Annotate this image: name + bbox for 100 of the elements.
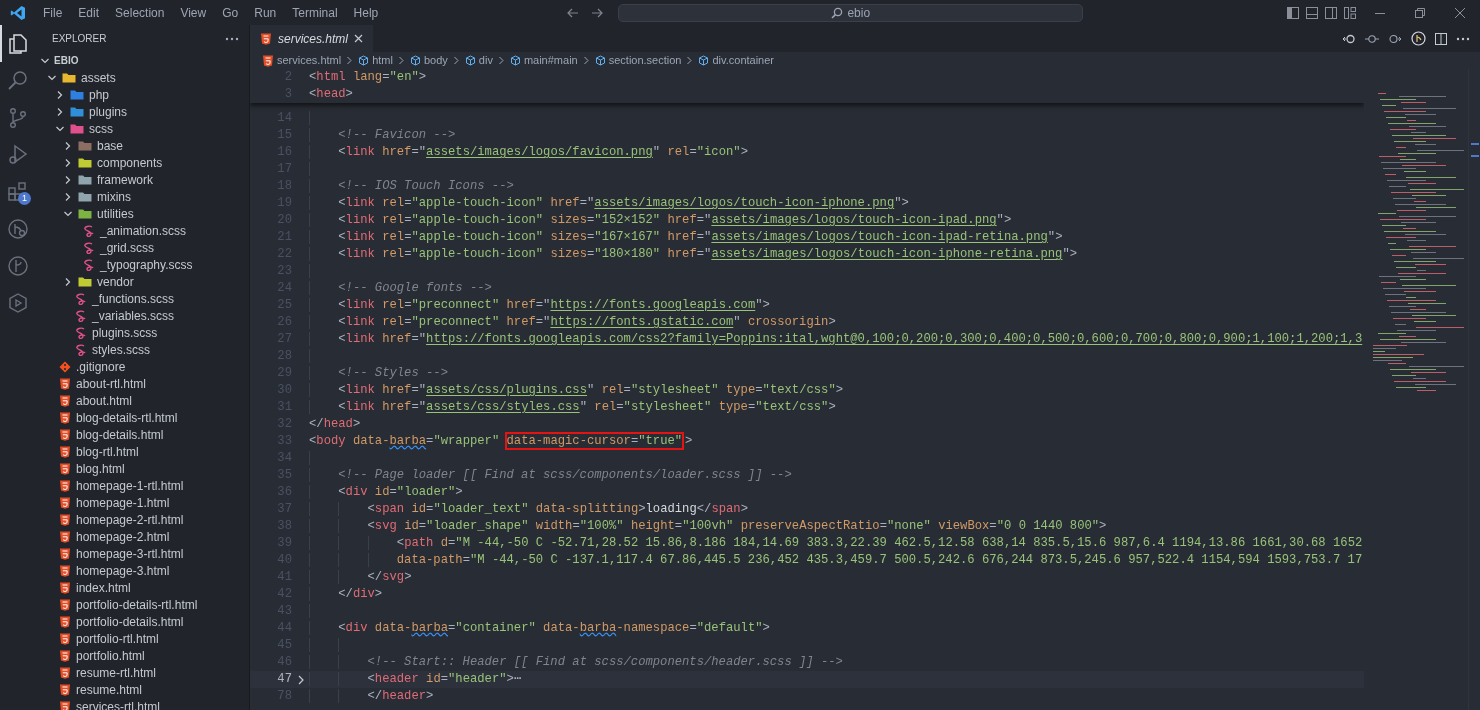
file-tree-item[interactable]: php xyxy=(36,86,249,103)
breadcrumb-item[interactable]: services.html xyxy=(262,52,342,69)
breadcrumb-item[interactable]: div.container xyxy=(698,52,775,69)
search-field[interactable]: ebio xyxy=(618,3,1084,22)
file-tree-item[interactable]: utilities xyxy=(36,205,249,222)
file-tree-item[interactable]: about-rtl.html xyxy=(36,375,249,392)
file-tree-item[interactable]: components xyxy=(36,154,249,171)
code-line: <!-- Google fonts --> xyxy=(309,280,492,297)
breadcrumb-item[interactable]: div xyxy=(464,52,493,69)
folder-icon xyxy=(62,72,76,83)
file-tree-item[interactable]: homepage-2.html xyxy=(36,528,249,545)
file-tree-item[interactable]: index.html xyxy=(36,579,249,596)
file-tree-item[interactable]: base xyxy=(36,137,249,154)
html-file-icon xyxy=(262,54,274,67)
folder-icon xyxy=(78,174,92,185)
file-tree-item[interactable]: framework xyxy=(36,171,249,188)
file-tree-item[interactable]: _grid.scss xyxy=(36,239,249,256)
chevron-right-icon[interactable] xyxy=(296,674,305,685)
more-icon[interactable] xyxy=(1456,36,1470,41)
file-tree-item[interactable]: portfolio-rtl.html xyxy=(36,630,249,647)
circle-branch-icon xyxy=(6,216,30,241)
file-tree-item[interactable]: blog-details-rtl.html xyxy=(36,409,249,426)
chevron-right-icon xyxy=(452,56,460,65)
file-tree-item[interactable]: _variables.scss xyxy=(36,307,249,324)
breadcrumb-item[interactable]: body xyxy=(409,52,448,69)
file-tree-item[interactable]: _animation.scss xyxy=(36,222,249,239)
code-line: <header id="header">⋯ xyxy=(309,671,522,688)
menu-item[interactable]: Help xyxy=(345,0,387,25)
play-bug-icon xyxy=(6,142,30,167)
file-tree-item[interactable]: homepage-3.html xyxy=(36,562,249,579)
restore-icon[interactable] xyxy=(1414,6,1426,19)
file-tree-item[interactable]: blog-rtl.html xyxy=(36,443,249,460)
file-tree-item[interactable]: homepage-2-rtl.html xyxy=(36,511,249,528)
file-tree-item[interactable]: assets xyxy=(36,69,249,86)
hexagon-play-icon xyxy=(6,290,30,315)
workspace-folder-header[interactable]: EBIO xyxy=(36,52,249,69)
code-line: <html lang="en"> xyxy=(309,69,427,86)
more-icon[interactable] xyxy=(225,36,239,41)
html-file-icon xyxy=(59,581,71,594)
close-icon[interactable] xyxy=(1454,6,1466,19)
file-tree-item[interactable]: _functions.scss xyxy=(36,290,249,307)
file-tree-item[interactable]: homepage-3-rtl.html xyxy=(36,545,249,562)
menu-item[interactable]: Edit xyxy=(70,0,108,25)
menu-item[interactable]: Selection xyxy=(107,0,173,25)
file-tree-item[interactable]: resume.html xyxy=(36,681,249,698)
panel-icon[interactable] xyxy=(1306,6,1318,19)
cube-icon xyxy=(594,55,606,66)
folder-icon xyxy=(70,123,84,134)
menu-item[interactable]: Go xyxy=(214,0,247,25)
code-line: data-path="M -44,-50 C -137.1,117.4 67.86,445.5 236,452 435.3,459.7 500.5,242.6 676,244 873.5,245.6 957,522.4 1154,594 1593,753.7 17 xyxy=(309,552,1363,569)
file-tree-item[interactable]: vendor xyxy=(36,273,249,290)
file-tree-item[interactable]: resume-rtl.html xyxy=(36,664,249,681)
html-file-icon xyxy=(59,598,71,611)
menu-item[interactable]: Run xyxy=(246,0,285,25)
next-change-icon[interactable] xyxy=(1388,32,1402,45)
code-line: <div data-barba="container" data-barba-namespace="default"> xyxy=(309,620,770,637)
file-tree-item[interactable]: about.html xyxy=(36,392,249,409)
file-tree-item[interactable]: services-rtl.html xyxy=(36,698,249,710)
layout-icon[interactable] xyxy=(1344,6,1356,19)
file-tree-item[interactable]: plugins xyxy=(36,103,249,120)
app-logo-icon xyxy=(10,4,26,21)
file-tree-item[interactable]: homepage-1.html xyxy=(36,494,249,511)
folder-icon xyxy=(78,157,92,168)
file-tree-item[interactable]: blog-details.html xyxy=(36,426,249,443)
editor-tab[interactable]: services.html xyxy=(250,25,373,52)
code-line: <link href="assets/css/plugins.css" rel="stylesheet" type="text/css"> xyxy=(309,382,844,399)
file-tree-item[interactable]: blog.html xyxy=(36,460,249,477)
file-tree-item[interactable]: .gitignore xyxy=(36,358,249,375)
file-tree-item[interactable]: portfolio-details-rtl.html xyxy=(36,596,249,613)
branch-circle-icon[interactable] xyxy=(1411,31,1426,46)
code-line: <svg id="loader_shape" width="100%" height="100vh" preserveAspectRatio="none" viewBox="0 0 1440 800"> xyxy=(309,518,1107,535)
secondary-sidebar-icon[interactable] xyxy=(1325,6,1337,19)
html-file-icon xyxy=(59,462,71,475)
menu-item[interactable]: Terminal xyxy=(284,0,346,25)
file-tree-item[interactable]: mixins xyxy=(36,188,249,205)
breadcrumb-item[interactable]: html xyxy=(358,52,393,69)
breadcrumb-item[interactable]: section.section xyxy=(594,52,682,69)
menu-item[interactable]: View xyxy=(172,0,215,25)
primary-sidebar-icon[interactable] xyxy=(1287,6,1299,19)
menu-item[interactable]: File xyxy=(35,0,71,25)
sass-file-icon xyxy=(75,343,87,356)
activity-bar-button[interactable]: 1 xyxy=(0,173,36,210)
search-icon xyxy=(831,6,844,19)
close-icon[interactable] xyxy=(354,34,363,43)
file-tree-item[interactable]: portfolio-details.html xyxy=(36,613,249,630)
sass-file-icon xyxy=(75,309,87,322)
file-tree-item[interactable]: styles.scss xyxy=(36,341,249,358)
file-tree-item[interactable]: portfolio.html xyxy=(36,647,249,664)
code-line: <link rel="apple-touch-icon" sizes="180×180" href="assets/images/logos/touch-icon-iphone-retina.png"> xyxy=(309,246,1078,263)
file-tree-item[interactable]: homepage-1-rtl.html xyxy=(36,477,249,494)
commit-icon[interactable] xyxy=(1365,32,1379,45)
code-line: <body data-barba="wrapper" data-magic-cursor="true" > xyxy=(309,433,693,450)
file-tree-item[interactable]: plugins.scss xyxy=(36,324,249,341)
previous-change-icon[interactable] xyxy=(1342,32,1356,45)
split-editor-icon[interactable] xyxy=(1435,32,1447,45)
file-tree-item[interactable]: scss xyxy=(36,120,249,137)
file-tree-item[interactable]: _typography.scss xyxy=(36,256,249,273)
html-file-icon xyxy=(59,564,71,577)
html-file-icon xyxy=(59,683,71,696)
breadcrumb-item[interactable]: main#main xyxy=(509,52,578,69)
